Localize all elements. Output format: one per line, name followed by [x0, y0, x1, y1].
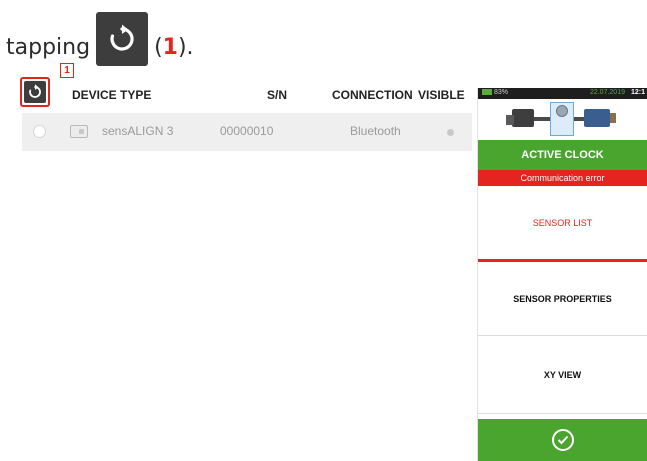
menu-sensor-list[interactable]: SENSOR LIST — [478, 186, 647, 262]
status-time: 12:1 — [630, 89, 645, 96]
connection-cell: Bluetooth — [350, 124, 401, 138]
visible-indicator — [447, 129, 454, 136]
column-header-sn: S/N — [267, 88, 288, 102]
left-machine — [506, 109, 534, 127]
sensor-table-panel: 1 DEVICE TYPE S/N CONNECTION VISIBLE sen… — [0, 63, 472, 461]
refresh-button-highlight — [20, 77, 50, 107]
table-row[interactable]: sensALIGN 3 00000010 Bluetooth — [22, 113, 472, 151]
refresh-icon — [96, 12, 149, 66]
menu-sensor-properties[interactable]: SENSOR PROPERTIES — [478, 262, 647, 336]
device-type-cell: sensALIGN 3 — [102, 124, 174, 138]
table-header: 1 DEVICE TYPE S/N CONNECTION VISIBLE — [14, 63, 470, 114]
confirm-button[interactable] — [478, 419, 647, 461]
serial-cell: 00000010 — [220, 124, 274, 138]
instruction-caption: tapping (1). — [6, 2, 194, 66]
battery-icon — [482, 89, 492, 96]
column-header-device-type: DEVICE TYPE — [72, 88, 152, 102]
menu-xy-view[interactable]: XY VIEW — [478, 336, 647, 414]
machine-train-illustration — [478, 99, 647, 137]
device-screen: 83% 22.07.2019 12:1 ACTIVE CLOCK Communi… — [477, 88, 647, 461]
callout-number: 1 — [162, 35, 178, 60]
refresh-button[interactable] — [24, 81, 46, 103]
sensor-icon — [70, 125, 88, 138]
sensor-clock-icon — [556, 105, 568, 117]
callout-badge: 1 — [60, 63, 74, 78]
column-header-visible: VISIBLE — [418, 88, 465, 102]
status-date: 22.07.2019 — [589, 89, 625, 96]
caption-paren: (1). — [154, 35, 194, 60]
column-header-connection: CONNECTION — [332, 88, 413, 102]
battery-indicator: 83% — [482, 89, 508, 96]
communication-error-banner: Communication error — [478, 170, 647, 186]
check-circle-icon — [552, 429, 574, 451]
right-machine — [584, 109, 616, 127]
select-radio[interactable] — [33, 125, 46, 138]
refresh-icon — [29, 84, 41, 98]
status-bar: 83% 22.07.2019 12:1 — [478, 88, 647, 99]
active-clock-button[interactable]: ACTIVE CLOCK — [478, 140, 647, 170]
caption-text: tapping — [6, 35, 91, 60]
